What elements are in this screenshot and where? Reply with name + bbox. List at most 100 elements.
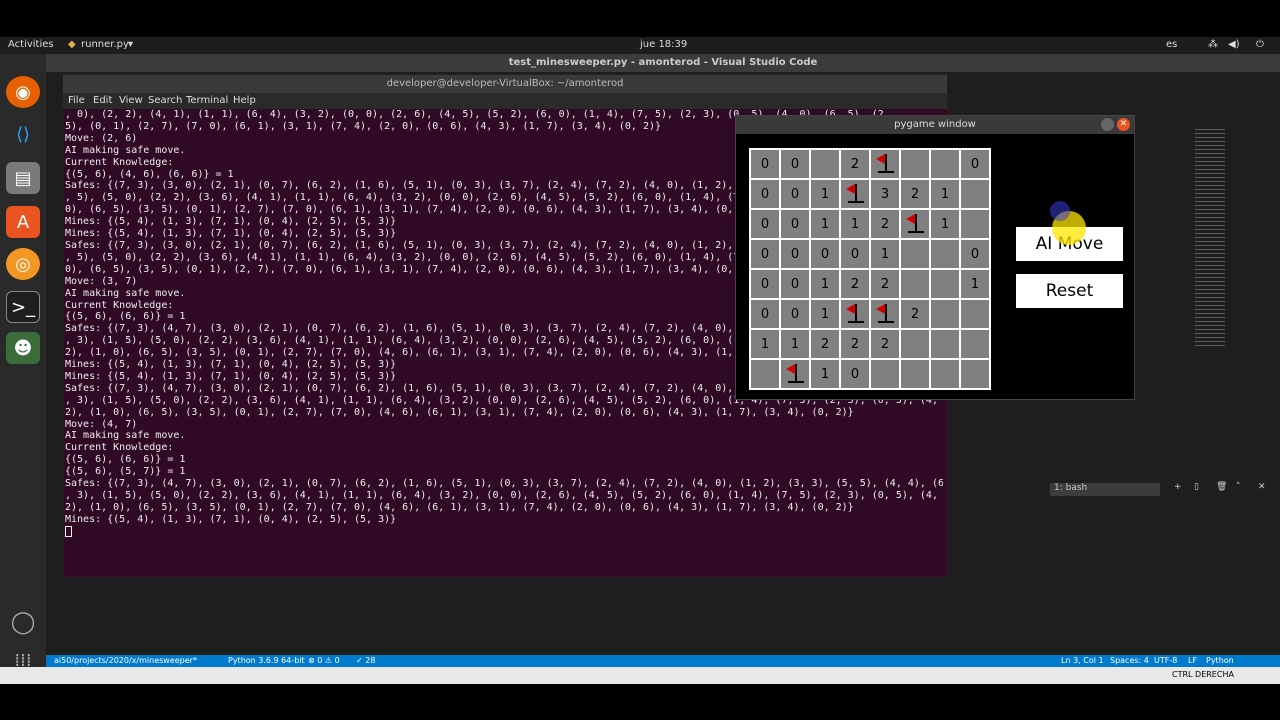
board-cell[interactable]: 0 [781, 180, 809, 208]
board-cell[interactable]: 1 [931, 210, 959, 238]
board-cell[interactable]: 0 [841, 360, 869, 388]
app-menu[interactable]: runner.py [81, 39, 129, 50]
board-cell[interactable] [961, 300, 989, 328]
menu-search[interactable]: Search [148, 95, 182, 106]
terminal-select[interactable]: 1: bash [1050, 483, 1160, 496]
board-cell[interactable] [871, 300, 899, 328]
board-cell[interactable]: 0 [961, 240, 989, 268]
board-cell[interactable]: 3 [871, 180, 899, 208]
board-cell[interactable] [931, 300, 959, 328]
board-cell[interactable]: 2 [871, 270, 899, 298]
board-cell[interactable]: 0 [751, 300, 779, 328]
board-cell[interactable]: 2 [811, 330, 839, 358]
board-cell[interactable] [901, 210, 929, 238]
notes-count[interactable]: ✓ 28 [356, 656, 375, 665]
python-interpreter[interactable]: Python 3.6.9 64-bit [228, 656, 305, 665]
power-icon[interactable]: ⏻ [1256, 39, 1264, 50]
indentation[interactable]: Spaces: 4 [1110, 656, 1149, 665]
board-cell[interactable]: 2 [871, 330, 899, 358]
board-cell[interactable] [901, 360, 929, 388]
board-cell[interactable] [751, 360, 779, 388]
chevron-up-icon[interactable]: ˄ [1236, 482, 1241, 492]
board-cell[interactable]: 0 [751, 240, 779, 268]
menu-edit[interactable]: Edit [93, 95, 112, 106]
language-indicator[interactable]: es [1166, 39, 1177, 50]
board-cell[interactable]: 0 [751, 150, 779, 178]
pygame-window[interactable]: pygame window ✕ 002000132100112100001000… [735, 115, 1135, 400]
minimize-icon[interactable] [1101, 118, 1114, 131]
board-cell[interactable]: 2 [841, 270, 869, 298]
board-cell[interactable] [781, 360, 809, 388]
board-cell[interactable]: 0 [961, 150, 989, 178]
board-cell[interactable]: 2 [901, 180, 929, 208]
board-cell[interactable]: 0 [841, 240, 869, 268]
reset-button[interactable]: Reset [1016, 274, 1123, 308]
board-cell[interactable] [841, 180, 869, 208]
board-cell[interactable]: 2 [871, 210, 899, 238]
board-cell[interactable]: 1 [931, 180, 959, 208]
board-cell[interactable]: 0 [781, 210, 809, 238]
trash-icon[interactable]: 🗑 [1216, 482, 1227, 492]
board-cell[interactable]: 1 [751, 330, 779, 358]
board-cell[interactable]: 2 [841, 330, 869, 358]
board-cell[interactable]: 2 [841, 150, 869, 178]
board-cell[interactable]: 1 [781, 330, 809, 358]
help-icon[interactable]: ◎ [6, 248, 40, 280]
board-cell[interactable]: 0 [751, 210, 779, 238]
board-cell[interactable]: 1 [811, 210, 839, 238]
board-cell[interactable] [961, 210, 989, 238]
activities-button[interactable]: Activities [8, 39, 54, 50]
vscode-icon[interactable]: ⟨⟩ [6, 118, 40, 150]
board-cell[interactable] [871, 150, 899, 178]
close-icon[interactable]: ✕ [1258, 482, 1266, 492]
board-cell[interactable] [871, 360, 899, 388]
board-cell[interactable]: 0 [781, 240, 809, 268]
board-cell[interactable]: 0 [781, 270, 809, 298]
network-icon[interactable]: ⁂ [1208, 39, 1218, 50]
board-cell[interactable] [901, 330, 929, 358]
board-cell[interactable] [811, 150, 839, 178]
python-app-icon[interactable]: ☻ [6, 332, 40, 364]
board-cell[interactable]: 0 [811, 240, 839, 268]
volume-icon[interactable]: ◀) [1228, 39, 1240, 50]
board-cell[interactable]: 1 [811, 180, 839, 208]
encoding[interactable]: UTF-8 [1154, 656, 1177, 665]
board-cell[interactable] [931, 270, 959, 298]
board-cell[interactable] [931, 240, 959, 268]
firefox-icon[interactable]: ◉ [6, 76, 40, 108]
files-icon[interactable]: ▤ [6, 162, 40, 194]
board-cell[interactable]: 1 [811, 270, 839, 298]
vscode-minimap[interactable] [1195, 129, 1225, 349]
board-cell[interactable] [841, 300, 869, 328]
clock[interactable]: jue 18:39 [640, 39, 687, 50]
board-cell[interactable] [961, 330, 989, 358]
board-cell[interactable]: 0 [751, 180, 779, 208]
menu-help[interactable]: Help [233, 95, 256, 106]
plus-icon[interactable]: + [1174, 482, 1182, 492]
menu-view[interactable]: View [119, 95, 143, 106]
board-cell[interactable]: 1 [811, 360, 839, 388]
eol[interactable]: LF [1188, 656, 1197, 665]
board-cell[interactable]: 1 [811, 300, 839, 328]
cursor-position[interactable]: Ln 3, Col 1 [1061, 656, 1104, 665]
close-icon[interactable]: ✕ [1117, 118, 1130, 131]
accounts-icon[interactable]: ◯ [6, 606, 40, 638]
board-cell[interactable] [901, 270, 929, 298]
board-cell[interactable]: 0 [781, 150, 809, 178]
board-cell[interactable] [901, 240, 929, 268]
terminal-icon[interactable]: >_ [6, 291, 40, 323]
problems-count[interactable]: ⊗ 0 ⚠ 0 [308, 656, 340, 665]
menu-terminal[interactable]: Terminal [186, 95, 228, 106]
board-cell[interactable]: 0 [751, 270, 779, 298]
board-cell[interactable]: 1 [841, 210, 869, 238]
board-cell[interactable]: 1 [961, 270, 989, 298]
split-icon[interactable]: ▯ [1194, 482, 1199, 492]
board-cell[interactable] [961, 360, 989, 388]
board-cell[interactable]: 2 [901, 300, 929, 328]
board-cell[interactable] [931, 360, 959, 388]
board-cell[interactable] [961, 180, 989, 208]
branch-path[interactable]: ai50/projects/2020/x/minesweeper* [54, 656, 197, 665]
language-mode[interactable]: Python [1206, 656, 1234, 665]
board-cell[interactable]: 1 [871, 240, 899, 268]
board-cell[interactable] [931, 330, 959, 358]
